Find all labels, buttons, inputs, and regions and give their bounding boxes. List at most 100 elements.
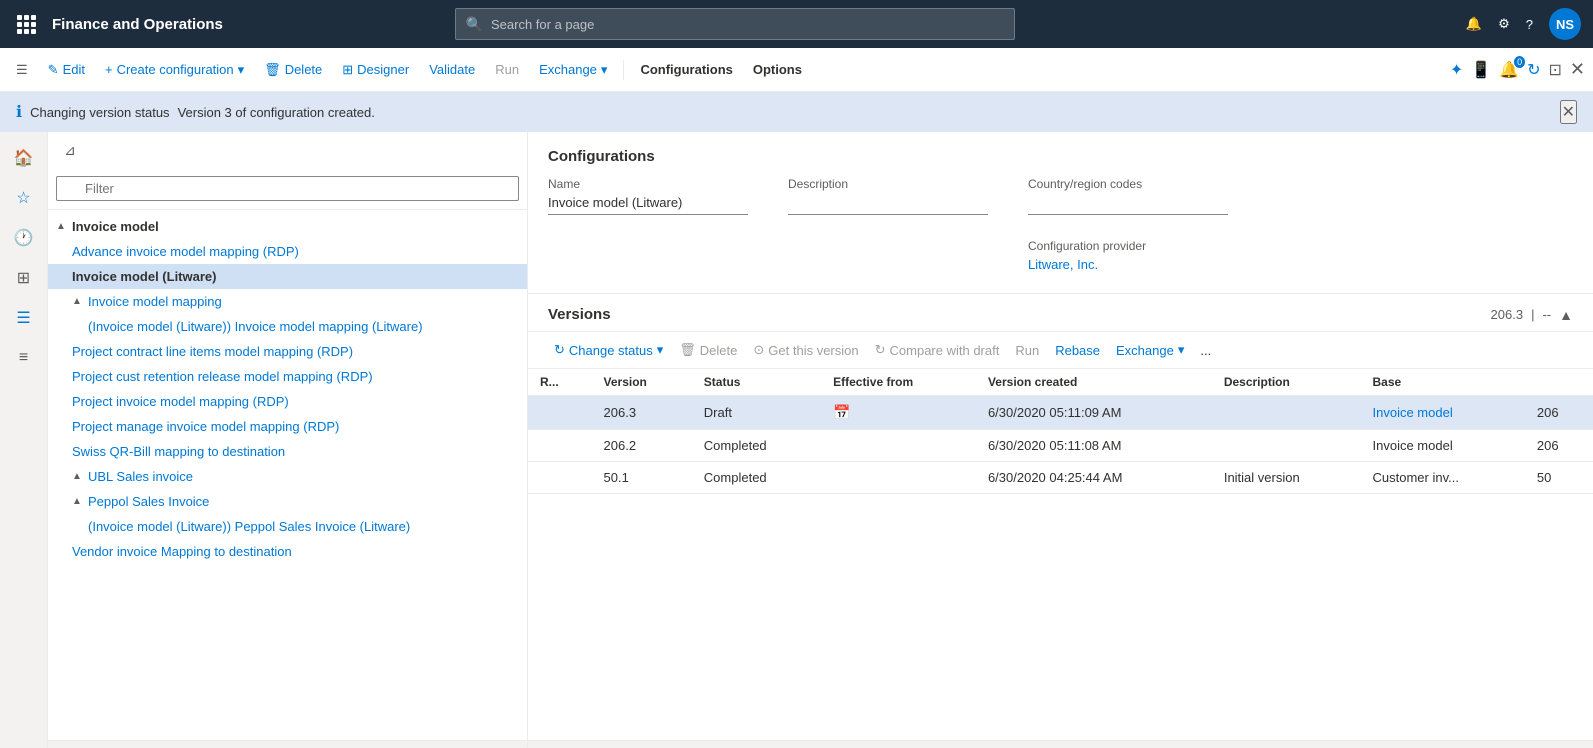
configurations-button[interactable]: Configurations [632, 58, 740, 81]
settings-icon[interactable]: ⚙ [1498, 16, 1510, 32]
versions-exchange-button[interactable]: Exchange ▾ [1110, 338, 1190, 362]
tree-item-project-manage[interactable]: Project manage invoice model mapping (RD… [48, 414, 527, 439]
col-r: R... [528, 369, 592, 396]
menu-toggle-button[interactable]: ☰ [8, 58, 36, 82]
cell-base-1: Invoice model [1361, 430, 1525, 462]
app-grid-button[interactable] [12, 10, 40, 38]
favorites-sidebar-button[interactable]: ☆ [6, 180, 42, 216]
top-nav-right: 🔔 ⚙ ? NS [1466, 8, 1581, 40]
info-message: Changing version status [30, 105, 169, 120]
change-status-button[interactable]: ↻ Change status ▾ [548, 338, 669, 362]
tree-item-invoice-model[interactable]: ▲ Invoice model [48, 214, 527, 239]
versions-table-header-row: R... Version Status Effective from Versi… [528, 369, 1593, 396]
tree-item-swiss[interactable]: Swiss QR-Bill mapping to destination [48, 439, 527, 464]
get-version-button[interactable]: ⊙ Get this version [747, 338, 864, 362]
change-status-chevron: ▾ [657, 342, 664, 358]
workspaces-sidebar-button[interactable]: ⊞ [6, 260, 42, 296]
close-icon[interactable]: ✕ [1570, 59, 1585, 80]
versions-table: R... Version Status Effective from Versi… [528, 369, 1593, 494]
cell-created-1: 6/30/2020 05:11:08 AM [976, 430, 1212, 462]
col-base: Base [1361, 369, 1525, 396]
tree-arrow-peppol: ▲ [72, 496, 84, 507]
recent-sidebar-button[interactable]: 🕐 [6, 220, 42, 256]
tree-item-vendor[interactable]: Vendor invoice Mapping to destination [48, 539, 527, 564]
versions-dash: -- [1542, 307, 1551, 322]
config-provider-value[interactable]: Litware, Inc. [1028, 257, 1228, 277]
mobile-icon[interactable]: 📱 [1471, 60, 1491, 80]
cell-effective-2 [821, 462, 976, 494]
create-configuration-button[interactable]: + Create configuration ▾ [97, 58, 252, 82]
config-description-value [788, 195, 988, 215]
tree-content: ▲ Invoice model Advance invoice model ma… [48, 210, 527, 740]
tree-item-invoice-mapping[interactable]: ▲ Invoice model mapping [48, 289, 527, 314]
filter-funnel-button[interactable]: ⊿ [56, 136, 84, 164]
tree-item-project-cust[interactable]: Project cust retention release model map… [48, 364, 527, 389]
run-button[interactable]: Run [487, 58, 527, 81]
table-row[interactable]: 206.2 Completed 6/30/2020 05:11:08 AM In… [528, 430, 1593, 462]
chevron-down-icon: ▾ [238, 62, 245, 78]
user-avatar[interactable]: NS [1549, 8, 1581, 40]
badge-icon[interactable]: 🔔0 [1499, 60, 1519, 80]
refresh-icon[interactable]: ↻ [1527, 60, 1540, 80]
versions-delete-button[interactable]: 🗑 Delete [673, 338, 743, 362]
tree-arrow-invoice-model: ▲ [56, 221, 68, 232]
cell-version-1: 206.2 [592, 430, 692, 462]
versions-delete-icon: 🗑 [679, 342, 696, 358]
tree-item-peppol-litware[interactable]: (Invoice model (Litware)) Peppol Sales I… [48, 514, 527, 539]
search-placeholder: Search for a page [491, 17, 594, 32]
options-button[interactable]: Options [745, 58, 810, 81]
configuration-fields: Name Invoice model (Litware) Description… [548, 177, 1573, 277]
designer-button[interactable]: ⊞ Designer [334, 58, 417, 82]
filter-input[interactable] [56, 176, 519, 201]
tree-item-invoice-litware[interactable]: Invoice model (Litware) [48, 264, 527, 289]
search-box[interactable]: 🔍 Search for a page [455, 8, 1015, 40]
versions-run-button[interactable]: Run [1009, 339, 1045, 362]
tree-item-peppol[interactable]: ▲ Peppol Sales Invoice [48, 489, 527, 514]
expand-icon[interactable]: ⊡ [1549, 60, 1562, 80]
cell-version-2: 50.1 [592, 462, 692, 494]
exchange-button[interactable]: Exchange ▾ [531, 58, 615, 82]
sparkle-icon[interactable]: ✦ [1450, 60, 1463, 80]
rebase-button[interactable]: Rebase [1049, 339, 1106, 362]
search-icon: 🔍 [466, 16, 483, 33]
delete-button[interactable]: 🗑 Delete [256, 58, 330, 82]
designer-icon: ⊞ [342, 62, 353, 78]
cell-base-2: Customer inv... [1361, 462, 1525, 494]
cell-base-num-2: 50 [1525, 462, 1593, 494]
col-status: Status [692, 369, 821, 396]
table-row[interactable]: 206.3 Draft 📅 6/30/2020 05:11:09 AM Invo… [528, 396, 1593, 430]
tree-arrow-ubl: ▲ [72, 471, 84, 482]
plus-icon: + [105, 62, 113, 77]
tree-item-ubl[interactable]: ▲ UBL Sales invoice [48, 464, 527, 489]
tree-arrow-invoice-mapping: ▲ [72, 296, 84, 307]
edit-button[interactable]: ✎ Edit [40, 58, 93, 82]
secondary-toolbar: ☰ ✎ Edit + Create configuration ▾ 🗑 Dele… [0, 48, 1593, 92]
info-bar-close-button[interactable]: ✕ [1560, 100, 1577, 124]
cell-r-1 [528, 430, 592, 462]
tree-item-project-contract[interactable]: Project contract line items model mappin… [48, 339, 527, 364]
cell-version-0: 206.3 [592, 396, 692, 430]
list-sidebar-button[interactable]: ≡ [6, 340, 42, 376]
validate-button[interactable]: Validate [421, 58, 483, 81]
tree-item-litware-mapping[interactable]: (Invoice model (Litware)) Invoice model … [48, 314, 527, 339]
notification-icon[interactable]: 🔔 [1466, 16, 1482, 32]
configuration-section-title: Configurations [548, 148, 1573, 165]
versions-collapse-button[interactable]: ▲ [1559, 307, 1573, 323]
versions-nav: 206.3 | -- ▲ [1491, 307, 1573, 323]
col-version: Version [592, 369, 692, 396]
compare-draft-button[interactable]: ↻ Compare with draft [869, 338, 1006, 362]
config-name-field: Name Invoice model (Litware) [548, 177, 748, 277]
menu-sidebar-button[interactable]: ☰ [6, 300, 42, 336]
tree-item-advance[interactable]: Advance invoice model mapping (RDP) [48, 239, 527, 264]
help-icon[interactable]: ? [1526, 17, 1533, 32]
versions-horizontal-scrollbar[interactable] [528, 740, 1593, 748]
config-description-field: Description [788, 177, 988, 277]
home-sidebar-button[interactable]: 🏠 [6, 140, 42, 176]
calendar-icon-0[interactable]: 📅 [833, 404, 850, 420]
tree-item-project-invoice[interactable]: Project invoice model mapping (RDP) [48, 389, 527, 414]
config-country-field: Country/region codes Configuration provi… [1028, 177, 1228, 277]
versions-more-button[interactable]: ... [1194, 339, 1217, 362]
info-icon: ℹ [16, 102, 22, 122]
tree-horizontal-scrollbar[interactable] [48, 740, 527, 748]
table-row[interactable]: 50.1 Completed 6/30/2020 04:25:44 AM Ini… [528, 462, 1593, 494]
